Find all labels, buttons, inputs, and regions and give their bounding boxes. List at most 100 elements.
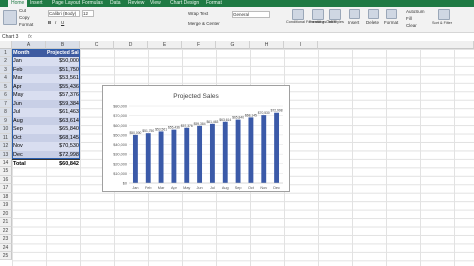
month-cell[interactable]: Dec xyxy=(12,150,46,159)
autosum-button[interactable]: AutoSum xyxy=(406,9,425,14)
format-cells-icon[interactable] xyxy=(386,9,397,19)
row-header-10[interactable]: 10 xyxy=(0,125,12,134)
header-projected-sales[interactable]: Projected Sales xyxy=(46,49,80,58)
column-header-i[interactable]: I xyxy=(284,41,318,49)
copy-button[interactable]: Copy xyxy=(19,15,30,20)
insert-cells-icon[interactable] xyxy=(349,9,360,19)
sales-cell[interactable]: $70,530 xyxy=(46,142,80,151)
tab-view[interactable]: View xyxy=(150,0,161,7)
sales-cell[interactable]: $50,000 xyxy=(46,57,80,66)
tab-page-layout[interactable]: Page Layout xyxy=(52,0,80,7)
format-painter-button[interactable]: Format xyxy=(19,22,33,27)
clear-button[interactable]: Clear xyxy=(406,23,417,28)
fill-button[interactable]: Fill xyxy=(406,16,412,21)
row-header-1[interactable]: 1 xyxy=(0,49,12,58)
column-header-d[interactable]: D xyxy=(114,41,148,49)
row-header-23[interactable]: 23 xyxy=(0,235,12,244)
column-header-a[interactable]: A xyxy=(12,41,46,49)
sales-cell[interactable]: $61,463 xyxy=(46,108,80,117)
row-header-17[interactable]: 17 xyxy=(0,184,12,193)
month-cell[interactable]: Apr xyxy=(12,82,46,92)
fx-icon[interactable]: fx xyxy=(28,34,32,40)
delete-cells-button[interactable]: Delete xyxy=(366,20,379,25)
delete-cells-icon[interactable] xyxy=(368,9,379,19)
row-header-8[interactable]: 8 xyxy=(0,108,12,117)
row-header-9[interactable]: 9 xyxy=(0,116,12,126)
sales-cell[interactable]: $51,750 xyxy=(46,65,80,75)
month-cell[interactable]: Nov xyxy=(12,142,46,151)
month-cell[interactable]: Feb xyxy=(12,65,46,75)
row-header-11[interactable]: 11 xyxy=(0,133,12,143)
number-format-select[interactable]: General xyxy=(232,11,270,18)
row-header-21[interactable]: 21 xyxy=(0,218,12,227)
month-cell[interactable]: Sep xyxy=(12,125,46,134)
font-name-select[interactable]: Calibri (Body) xyxy=(48,10,80,17)
merge-center-button[interactable]: Merge & Center xyxy=(188,21,220,26)
sales-cell[interactable]: $65,840 xyxy=(46,125,80,134)
month-cell[interactable]: Jan xyxy=(12,57,46,66)
row-header-16[interactable]: 16 xyxy=(0,175,12,185)
cell-styles-label[interactable]: Cell Styles xyxy=(326,20,344,24)
sales-cell[interactable]: $72,998 xyxy=(46,150,80,159)
row-header-14[interactable]: 14 xyxy=(0,158,12,168)
row-header-7[interactable]: 7 xyxy=(0,99,12,109)
tab-insert[interactable]: Insert xyxy=(30,0,43,7)
projected-sales-chart[interactable]: Projected Sales $0 $10,000 $20,000 $30,000 $4… xyxy=(103,86,289,191)
column-header-e[interactable]: E xyxy=(148,41,182,49)
row-header-13[interactable]: 13 xyxy=(0,150,12,159)
row-header-22[interactable]: 22 xyxy=(0,226,12,236)
month-cell[interactable]: Aug xyxy=(12,116,46,126)
total-label[interactable]: Total xyxy=(12,158,46,167)
sort-filter-label[interactable]: Sort & Filter xyxy=(432,21,452,25)
format-cells-button[interactable]: Format xyxy=(384,20,398,25)
sales-cell[interactable]: $63,614 xyxy=(46,116,80,126)
sort-filter-icon[interactable] xyxy=(438,9,450,20)
column-header-g[interactable]: G xyxy=(216,41,250,49)
row-header-20[interactable]: 20 xyxy=(0,209,12,219)
bold-button[interactable]: B xyxy=(48,20,51,25)
tab-chart-design[interactable]: Chart Design xyxy=(170,0,199,7)
tab-review[interactable]: Review xyxy=(128,0,144,7)
row-header-4[interactable]: 4 xyxy=(0,74,12,83)
tab-home[interactable]: Home xyxy=(8,0,28,7)
month-cell[interactable]: May xyxy=(12,91,46,100)
cell-styles-icon[interactable] xyxy=(329,9,341,20)
select-all-corner[interactable] xyxy=(0,41,12,49)
column-header-c[interactable]: C xyxy=(80,41,114,49)
cut-button[interactable]: Cut xyxy=(19,8,26,13)
sales-cell[interactable]: $55,436 xyxy=(46,82,80,92)
sales-cell[interactable]: $57,376 xyxy=(46,91,80,100)
sales-cell[interactable]: $68,145 xyxy=(46,133,80,143)
font-size-select[interactable]: 12 xyxy=(82,10,94,17)
column-header-f[interactable]: F xyxy=(182,41,216,49)
row-header-24[interactable]: 24 xyxy=(0,243,12,253)
wrap-text-button[interactable]: Wrap Text xyxy=(188,11,208,16)
row-header-6[interactable]: 6 xyxy=(0,91,12,100)
paste-icon[interactable] xyxy=(3,10,17,25)
chart-area[interactable]: Projected Sales $0 $10,000 $20,000 $30,000 $4… xyxy=(102,85,290,192)
row-header-19[interactable]: 19 xyxy=(0,201,12,210)
month-cell[interactable]: Jul xyxy=(12,108,46,117)
underline-button[interactable]: U xyxy=(61,20,64,25)
tab-formulas[interactable]: Formulas xyxy=(82,0,103,7)
row-header-18[interactable]: 18 xyxy=(0,192,12,202)
row-header-3[interactable]: 3 xyxy=(0,65,12,75)
row-header-5[interactable]: 5 xyxy=(0,82,12,92)
row-header-25[interactable]: 25 xyxy=(0,252,12,261)
header-month[interactable]: Month xyxy=(12,49,46,58)
month-cell[interactable]: Jun xyxy=(12,99,46,109)
format-table-icon[interactable] xyxy=(312,9,324,20)
insert-cells-button[interactable]: Insert xyxy=(348,20,359,25)
tab-data[interactable]: Data xyxy=(110,0,121,7)
sales-cell[interactable]: $53,561 xyxy=(46,74,80,83)
sales-cell[interactable]: $59,384 xyxy=(46,99,80,109)
row-header-2[interactable]: 2 xyxy=(0,57,12,66)
row-header-15[interactable]: 15 xyxy=(0,167,12,176)
conditional-formatting-icon[interactable] xyxy=(292,9,304,20)
column-header-h[interactable]: H xyxy=(250,41,284,49)
italic-button[interactable]: I xyxy=(55,20,56,25)
total-value[interactable]: $60,842 xyxy=(46,158,80,167)
month-cell[interactable]: Oct xyxy=(12,133,46,143)
column-header-b[interactable]: B xyxy=(46,41,80,49)
name-box[interactable]: Chart 3 xyxy=(2,34,24,40)
